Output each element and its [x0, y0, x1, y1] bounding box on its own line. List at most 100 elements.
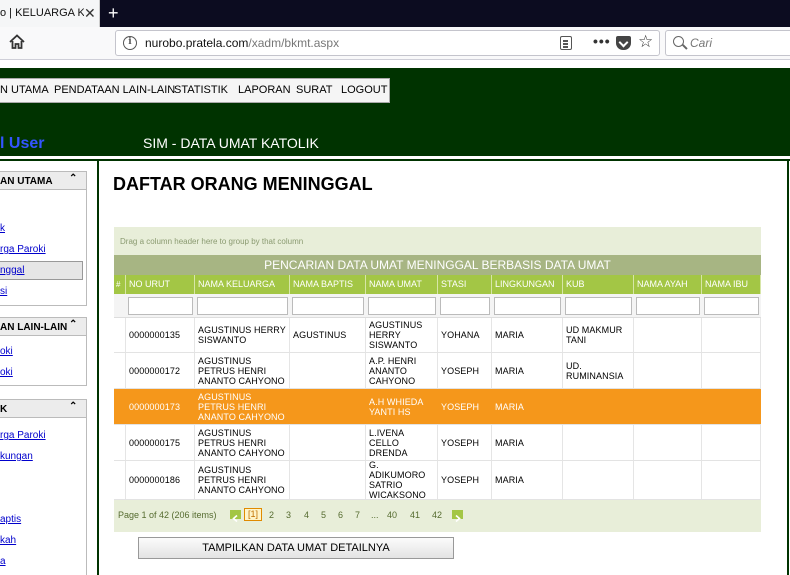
col-stasi-filter[interactable] — [440, 297, 490, 315]
col-kub-cell — [563, 425, 634, 460]
site-info-icon[interactable]: i — [123, 36, 137, 50]
col-stasi-cell: YOSEPH — [438, 425, 492, 460]
home-icon[interactable] — [8, 33, 26, 51]
sidebar-link[interactable]: rga Paroki — [0, 430, 46, 441]
col-nama-baptis-header[interactable]: NAMA BAPTIS — [290, 275, 366, 294]
col-nama-keluarga-filter[interactable] — [197, 297, 288, 315]
col-nama-keluarga-header[interactable]: NAMA KELUARGA — [195, 275, 290, 294]
sidebar-link[interactable]: si — [0, 286, 7, 297]
sidebar-link[interactable]: kungan — [0, 451, 33, 462]
search-input[interactable] — [690, 35, 785, 51]
sidebar-link[interactable]: a — [0, 556, 6, 567]
browser-tab[interactable]: o | KELUARGA KATO ✕ — [0, 0, 100, 27]
sidebar-link[interactable]: oki — [0, 367, 13, 378]
pager-page[interactable]: 42 — [432, 510, 442, 520]
menu-item-laporan[interactable]: LAPORAN — [238, 84, 291, 96]
pager-page[interactable]: 41 — [410, 510, 420, 520]
chevron-up-icon[interactable]: ⌃ — [69, 173, 77, 184]
reader-view-icon[interactable] — [560, 36, 572, 50]
pager-page[interactable]: 3 — [286, 510, 291, 520]
pager-summary: Page 1 of 42 (206 items) — [118, 510, 217, 520]
col-nama-ayah-filter[interactable] — [636, 297, 700, 315]
pocket-icon[interactable] — [616, 36, 631, 50]
col-nama-baptis-filter[interactable] — [292, 297, 364, 315]
page-title: DAFTAR ORANG MENINGGAL — [113, 174, 373, 194]
row-indicator — [114, 425, 126, 460]
pager-next-icon[interactable] — [452, 510, 463, 523]
more-actions-icon[interactable]: ••• — [593, 33, 611, 49]
col-nama-ibu-cell — [702, 389, 761, 424]
col-nama-ayah-cell — [634, 461, 702, 499]
sidebar-panel-pendataan: AN LAIN-LAIN ⌃ oki oki — [0, 317, 87, 386]
sidebar-link[interactable]: kah — [0, 535, 16, 546]
sidebar-link[interactable]: rga Paroki — [0, 244, 46, 255]
col-nama-ayah-cell — [634, 425, 702, 460]
new-tab-icon[interactable]: + — [108, 3, 119, 23]
col-stasi-cell: YOSEPH — [438, 353, 492, 388]
col-nama-ayah-header[interactable]: NAMA AYAH — [634, 275, 702, 294]
col-lingkungan-cell: MARIA — [492, 389, 563, 424]
col-kub-filter[interactable] — [565, 297, 632, 315]
show-detail-button[interactable]: TAMPILKAN DATA UMAT DETAILNYA — [138, 537, 454, 559]
menu-item-statistik[interactable]: STATISTIK — [174, 84, 228, 96]
sidebar-panel-header[interactable]: K ⌃ — [0, 400, 86, 418]
col-nama-baptis-cell — [290, 389, 366, 424]
col-no-urut-cell: 0000000135 — [126, 318, 195, 352]
pager-page[interactable]: 5 — [321, 510, 326, 520]
col-nama-umat-filter[interactable] — [368, 297, 436, 315]
sidebar-panel-utama: AN UTAMA ⌃ k rga Paroki nggal si — [0, 171, 87, 306]
right-border — [787, 159, 789, 575]
sidebar-link[interactable]: aptis — [0, 514, 21, 525]
search-bar[interactable] — [665, 30, 790, 56]
sidebar-panel-title: AN UTAMA — [0, 176, 53, 187]
col-lingkungan-header[interactable]: LINGKUNGAN — [492, 275, 563, 294]
pager-prev-icon[interactable] — [230, 510, 241, 523]
col-nama-ibu-cell — [702, 353, 761, 388]
col-stasi-cell: YOHANA — [438, 318, 492, 352]
sidebar-link[interactable]: nggal — [0, 265, 24, 276]
pager-page[interactable]: 4 — [304, 510, 309, 520]
table-row[interactable]: 0000000173 AGUSTINUS PETRUS HENRI ANANTO … — [114, 389, 761, 425]
table-row[interactable]: 0000000172 AGUSTINUS PETRUS HENRI ANANTO … — [114, 353, 761, 389]
table-row[interactable]: 0000000186 AGUSTINUS PETRUS HENRI ANANTO … — [114, 460, 761, 500]
pager-page[interactable]: 6 — [338, 510, 343, 520]
row-indicator — [114, 461, 126, 499]
sidebar-link[interactable]: oki — [0, 346, 13, 357]
col-lingkungan-filter[interactable] — [494, 297, 561, 315]
sidebar-panel-header[interactable]: AN UTAMA ⌃ — [0, 172, 86, 190]
col-index-header[interactable]: # — [114, 275, 126, 294]
row-indicator — [114, 389, 126, 424]
col-nama-ibu-header[interactable]: NAMA IBU — [702, 275, 761, 294]
pager-page[interactable]: 7 — [355, 510, 360, 520]
chevron-up-icon[interactable]: ⌃ — [69, 319, 77, 330]
pager-page[interactable]: 2 — [269, 510, 274, 520]
col-stasi-header[interactable]: STASI — [438, 275, 492, 294]
pager-page[interactable]: 40 — [387, 510, 397, 520]
group-panel-hint[interactable]: Drag a column header here to group by th… — [120, 237, 303, 246]
table-row[interactable]: 0000000135 AGUSTINUS HERRY SISWANTO AGUSTI… — [114, 318, 761, 353]
filter-row — [114, 294, 761, 318]
col-lingkungan-cell: MARIA — [492, 461, 563, 499]
col-nama-ibu-filter[interactable] — [704, 297, 759, 315]
col-kub-header[interactable]: KUB — [563, 275, 634, 294]
main-menu: N UTAMA PENDATAAN LAIN-LAIN STATISTIK LA… — [0, 78, 390, 103]
menu-item-logout[interactable]: LOGOUT — [341, 84, 387, 96]
address-bar[interactable]: i nurobo.pratela.com/xadm/bkmt.aspx ••• … — [115, 30, 660, 56]
chevron-up-icon[interactable]: ⌃ — [69, 401, 77, 412]
sidebar-panel-header[interactable]: AN LAIN-LAIN ⌃ — [0, 318, 86, 336]
menu-item-pendataan[interactable]: PENDATAAN LAIN-LAIN — [54, 84, 175, 96]
menu-item-utama[interactable]: N UTAMA — [0, 84, 49, 96]
col-no-urut-filter[interactable] — [128, 297, 193, 315]
user-label: l User — [0, 135, 45, 152]
close-tab-icon[interactable]: ✕ — [84, 5, 96, 21]
bookmark-star-icon[interactable]: ☆ — [638, 32, 653, 52]
sidebar-link[interactable]: k — [0, 223, 5, 234]
table-row[interactable]: 0000000175 AGUSTINUS PETRUS HENRI ANANTO … — [114, 425, 761, 461]
menu-item-surat[interactable]: SURAT — [296, 84, 332, 96]
col-nama-umat-header[interactable]: NAMA UMAT — [366, 275, 438, 294]
col-no-urut-cell: 0000000186 — [126, 461, 195, 499]
col-no-urut-header[interactable]: NO URUT — [126, 275, 195, 294]
pager-ellipsis[interactable]: ... — [371, 510, 379, 520]
browser-tab-bar: o | KELUARGA KATO ✕ + — [0, 0, 790, 27]
col-nama-ayah-cell — [634, 353, 702, 388]
